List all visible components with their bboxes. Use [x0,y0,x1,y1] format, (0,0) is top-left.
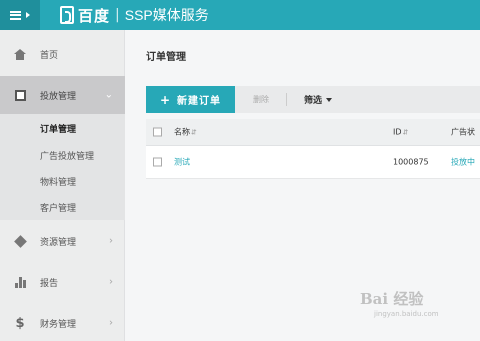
chevron-right-icon: › [109,317,113,329]
sub-nav: 订单管理 广告投放管理 物料管理 客户管理 [0,114,125,220]
table-row: 测试 1000875 投放中 [146,146,480,179]
sub-item-customer-management[interactable]: 客户管理 [40,201,76,214]
sub-item-ad-delivery-management[interactable]: 广告投放管理 [40,149,94,162]
cube-icon [13,234,27,248]
brand-name: 百度 [78,6,111,25]
filter-dropdown[interactable]: 筛选 [304,86,333,113]
page-title: 订单管理 [146,52,186,63]
column-header-label: ID [393,127,402,137]
toolbar: + 新建订单 删除 筛选 [146,86,480,113]
delete-button[interactable]: 删除 [253,86,269,113]
plus-icon: + [159,92,172,107]
sidebar-item-label: 财务管理 [40,319,77,330]
caret-down-icon [326,97,333,102]
sidebar-item-reports[interactable]: 报告 › [0,263,125,301]
toolbar-divider [286,93,287,106]
order-status: 投放中 [451,157,475,167]
sidebar-item-label: 首页 [40,50,59,61]
new-order-button[interactable]: + 新建订单 [146,86,235,113]
sidebar: 首页 投放管理 ⌄ 订单管理 广告投放管理 物料管理 客户管理 资源管理 › 报… [0,30,125,341]
home-icon [13,47,27,61]
dollar-icon: $ [15,315,25,331]
sidebar-item-label: 投放管理 [40,91,77,102]
sub-item-order-management[interactable]: 订单管理 [40,122,76,135]
watermark: Bai 经验 jingyan.baidu.com [360,288,439,318]
orders-table: 名称⇵ ID⇵ 广告状 测试 1000875 投放中 [146,119,480,179]
sub-item-material-management[interactable]: 物料管理 [40,175,76,188]
top-bar: 百度 | SSP媒体服务 [0,0,480,30]
filter-label: 筛选 [304,96,323,106]
brand-separator: | [115,7,120,23]
column-header-status[interactable]: 广告状 [451,127,475,138]
menu-toggle-button[interactable] [0,0,40,30]
select-all-checkbox[interactable] [153,127,162,137]
hamburger-icon [10,10,21,20]
brand[interactable]: 百度 | SSP媒体服务 [60,0,209,30]
column-header-label: 名称 [174,127,190,137]
sidebar-item-home[interactable]: 首页 [0,35,125,73]
row-checkbox[interactable] [153,157,162,167]
chevron-right-icon: › [109,276,113,288]
watermark-url: jingyan.baidu.com [374,310,439,318]
product-name: SSP媒体服务 [124,7,209,23]
table-header: 名称⇵ ID⇵ 广告状 [146,119,480,146]
sidebar-item-finance-management[interactable]: $ 财务管理 › [0,304,125,341]
chevron-down-icon: ⌄ [104,89,113,101]
bar-chart-icon [13,275,27,289]
campaign-icon [13,88,27,102]
baidu-logo-icon [60,6,74,24]
new-order-label: 新建订单 [177,96,222,107]
expand-arrow-icon [26,12,30,18]
sidebar-item-label: 资源管理 [40,237,77,248]
sidebar-item-resource-management[interactable]: 资源管理 › [0,222,125,260]
column-header-name[interactable]: 名称⇵ [174,127,197,138]
chevron-right-icon: › [109,235,113,247]
watermark-logo: Bai 经验 [360,290,424,308]
order-id: 1000875 [393,157,429,167]
sort-icon: ⇵ [191,128,197,137]
sidebar-item-campaign-management[interactable]: 投放管理 ⌄ [0,76,125,114]
sort-icon: ⇵ [402,128,409,137]
column-header-id[interactable]: ID⇵ [393,128,408,137]
sidebar-item-label: 报告 [40,278,59,289]
order-name-link[interactable]: 测试 [174,157,190,168]
